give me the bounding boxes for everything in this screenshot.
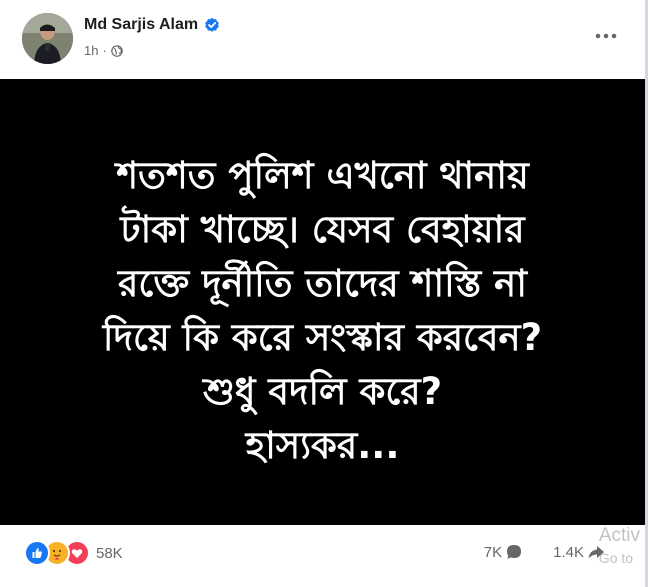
comments-count[interactable]: 7K (484, 544, 502, 561)
text-line: রক্তে দূর্নীতি তাদের শাস্তি না (118, 262, 527, 305)
text-line: টাকা খাচ্ছে। যেসব বেহায়ার (120, 208, 525, 251)
globe-icon[interactable] (111, 44, 123, 57)
meta-separator: · (102, 43, 107, 58)
facebook-post: Md Sarjis Alam 1h · শতশত পুলিশ এখনো থানা (0, 0, 648, 587)
post-image-text: শতশত পুলিশ এখনো থানায় টাকা খাচ্ছে। যেসব… (0, 149, 645, 473)
more-options-button[interactable] (594, 24, 618, 48)
post-image[interactable]: শতশত পুলিশ এখনো থানায় টাকা খাচ্ছে। যেসব… (0, 79, 645, 525)
reaction-count[interactable]: 58K (96, 545, 123, 562)
text-line: দিয়ে কি করে সংস্কার করবেন? (102, 316, 543, 359)
shares-stat[interactable]: 1.4K (553, 543, 605, 561)
share-icon[interactable] (587, 543, 605, 561)
verified-badge-icon (205, 17, 219, 32)
post-time[interactable]: 1h (84, 43, 98, 58)
like-icon (24, 540, 50, 566)
post-stats: 7K 1.4K (484, 543, 605, 561)
text-line: শুধু বদলি করে? (202, 370, 443, 413)
author-name[interactable]: Md Sarjis Alam (84, 16, 220, 34)
shares-count[interactable]: 1.4K (553, 544, 584, 561)
comment-icon[interactable] (505, 543, 523, 561)
author-name-text[interactable]: Md Sarjis Alam (84, 16, 198, 34)
more-options-icon (595, 33, 617, 39)
post-header: Md Sarjis Alam 1h · (22, 10, 626, 68)
comments-stat[interactable]: 7K (484, 543, 523, 561)
avatar[interactable] (22, 13, 73, 64)
text-line: হাস্যকর... (245, 424, 400, 467)
reactions-summary[interactable]: 58K (24, 540, 123, 566)
post-footer: 58K 7K 1.4K Activ Go to (0, 525, 645, 587)
avatar-photo (22, 13, 73, 64)
text-line: শতশত পুলিশ এখনো থানায় (116, 154, 529, 197)
post-meta: 1h · (84, 43, 123, 58)
